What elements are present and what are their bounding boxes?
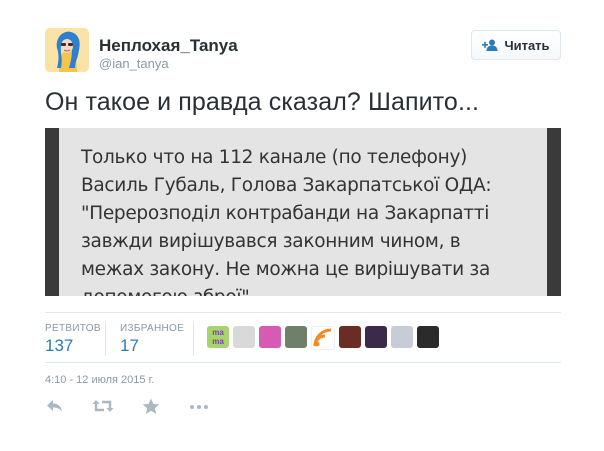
- favorite-button[interactable]: [142, 398, 166, 418]
- follow-button-label: Читать: [504, 37, 550, 53]
- media-text-line: Только что на 112 канале (по телефону): [81, 147, 468, 168]
- user-name[interactable]: Неплохая_Tanya: [99, 36, 238, 56]
- media-text-line: Василь Губаль, Голова Закарпатської ОДА:: [81, 175, 492, 196]
- add-user-icon: [482, 39, 498, 51]
- media-text-line: межах закону. Не можна це вирішувати за: [81, 259, 491, 280]
- rss-icon: [313, 328, 332, 347]
- stats-bottom-divider: [45, 362, 561, 363]
- favoriter-avatar-9[interactable]: [417, 326, 439, 348]
- reply-button[interactable]: [45, 398, 69, 418]
- avatar[interactable]: [45, 28, 89, 72]
- favoriter-avatar-2[interactable]: [233, 326, 255, 348]
- media-text-line: завжди вирішувався законним чином, в: [81, 231, 461, 252]
- favoriter-avatar-8[interactable]: [391, 326, 413, 348]
- favoriter-avatar-3[interactable]: [259, 326, 281, 348]
- retweet-icon: [92, 400, 114, 412]
- favoriter-avatar-5[interactable]: [311, 326, 335, 350]
- favorites-count[interactable]: 17: [120, 336, 139, 356]
- more-button[interactable]: [189, 398, 213, 418]
- retweets-count[interactable]: 137: [45, 336, 73, 356]
- favoriters-list: ma ma: [207, 326, 439, 350]
- favoriter-avatar-6[interactable]: [339, 326, 361, 348]
- favoriter-avatar-4[interactable]: [285, 326, 307, 348]
- tweet-timestamp[interactable]: 4:10 - 12 июля 2015 г.: [45, 374, 154, 386]
- media-text-line: допомогою зброї".: [81, 284, 547, 296]
- media-text-block: Только что на 112 канале (по телефону) В…: [59, 128, 547, 296]
- retweet-button[interactable]: [92, 398, 116, 418]
- favoriter-avatar-7[interactable]: [365, 326, 387, 348]
- stats-separator: [105, 322, 106, 356]
- reply-icon: [47, 400, 62, 412]
- more-icon: [190, 405, 208, 409]
- user-handle[interactable]: @ian_tanya: [99, 56, 169, 71]
- tweet-media-image[interactable]: Только что на 112 канале (по телефону) В…: [45, 128, 561, 296]
- favorites-label[interactable]: ИЗБРАННОЕ: [120, 323, 184, 334]
- stats-separator: [193, 322, 194, 356]
- media-text-line: "Перерозподіл контрабанди на Закарпатті: [81, 203, 490, 224]
- avatar-illustration: [45, 28, 89, 72]
- favoriter-avatar-text: ma: [212, 328, 224, 337]
- favoriter-avatar-1[interactable]: ma ma: [207, 326, 229, 348]
- stats-top-divider: [45, 312, 561, 313]
- follow-button[interactable]: Читать: [471, 30, 561, 60]
- favoriter-avatar-text: ma: [212, 337, 224, 346]
- star-icon: [142, 398, 160, 414]
- tweet-text: Он такое и правда сказал? Шапито...: [45, 88, 480, 116]
- retweets-label[interactable]: РЕТВИТОВ: [45, 323, 101, 334]
